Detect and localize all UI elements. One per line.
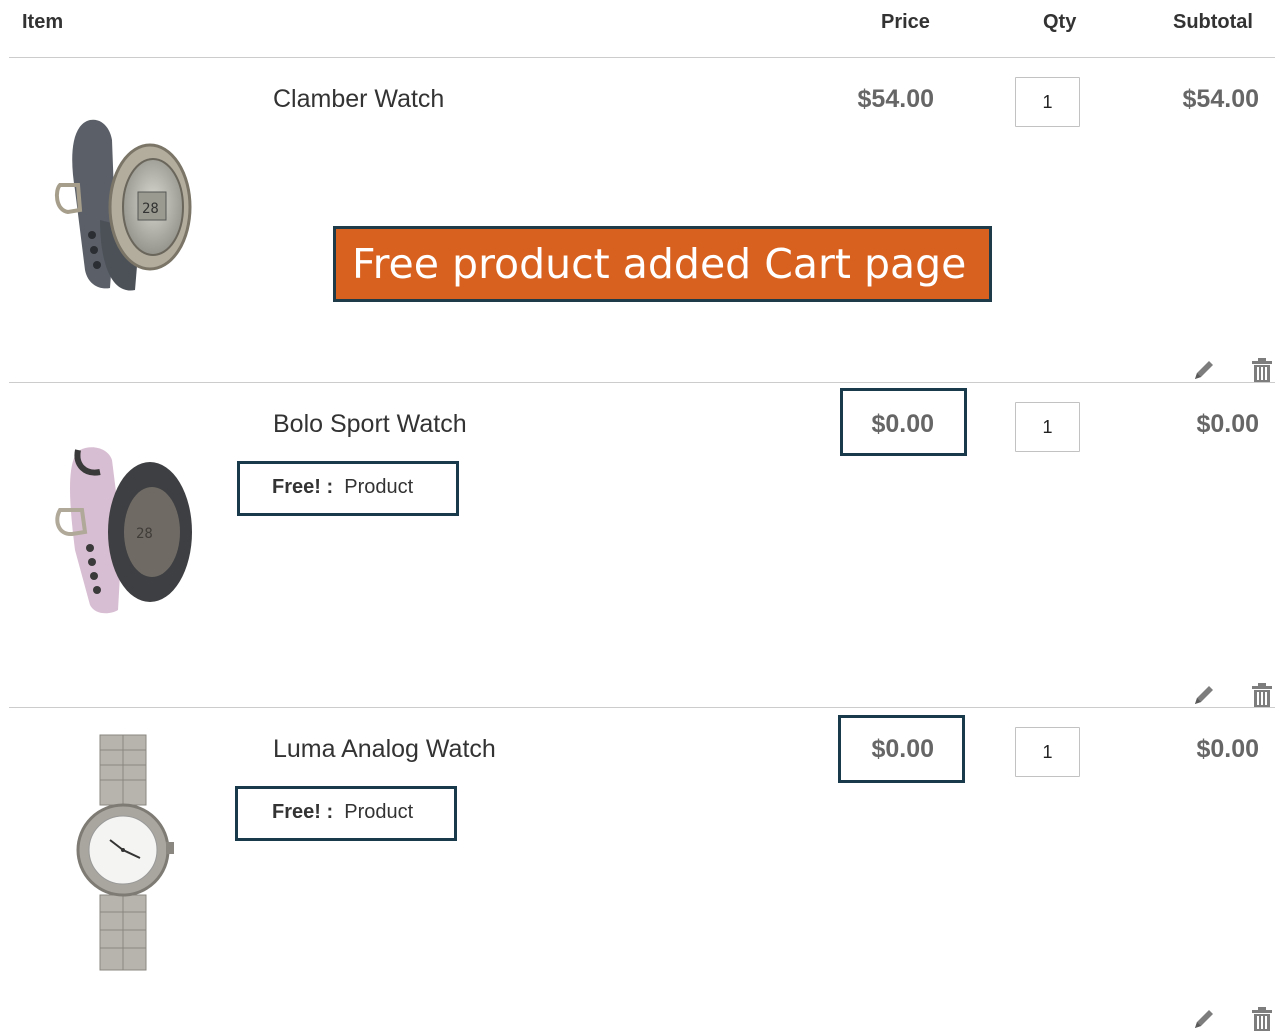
product-name[interactable]: Luma Analog Watch bbox=[273, 734, 496, 764]
product-price: $0.00 bbox=[871, 735, 934, 763]
qty-input[interactable] bbox=[1015, 727, 1080, 777]
row-divider bbox=[9, 382, 1275, 383]
free-option: Free! : Product bbox=[272, 800, 413, 824]
column-header-subtotal: Subtotal bbox=[1173, 11, 1253, 33]
trash-icon[interactable] bbox=[1249, 357, 1275, 383]
qty-input[interactable] bbox=[1015, 77, 1080, 127]
free-option-label: Free! : bbox=[272, 801, 334, 823]
free-option-value: Product bbox=[344, 476, 414, 498]
product-image-clamber-watch[interactable]: 28 bbox=[30, 100, 220, 350]
annotation-banner: Free product added Cart page bbox=[333, 226, 992, 302]
row-subtotal: $0.00 bbox=[1196, 410, 1259, 438]
svg-text:28: 28 bbox=[136, 526, 153, 542]
edit-icon[interactable] bbox=[1191, 1006, 1217, 1032]
row-divider bbox=[9, 707, 1275, 708]
column-header-item: Item bbox=[22, 11, 64, 33]
row-subtotal: $0.00 bbox=[1196, 735, 1259, 763]
trash-icon[interactable] bbox=[1249, 1006, 1275, 1032]
svg-text:28: 28 bbox=[142, 201, 159, 217]
product-name[interactable]: Clamber Watch bbox=[273, 84, 444, 114]
product-price: $0.00 bbox=[871, 410, 934, 438]
product-price: $54.00 bbox=[857, 85, 934, 113]
qty-input[interactable] bbox=[1015, 402, 1080, 452]
free-option: Free! : Product bbox=[272, 475, 413, 499]
header-divider bbox=[9, 57, 1275, 58]
edit-icon[interactable] bbox=[1191, 357, 1217, 383]
column-header-price: Price bbox=[881, 11, 930, 33]
row-subtotal: $54.00 bbox=[1182, 85, 1259, 113]
column-header-qty: Qty bbox=[1043, 11, 1077, 33]
product-name[interactable]: Bolo Sport Watch bbox=[273, 409, 467, 439]
trash-icon[interactable] bbox=[1249, 682, 1275, 708]
free-option-value: Product bbox=[344, 801, 414, 823]
edit-icon[interactable] bbox=[1191, 682, 1217, 708]
product-image-luma-analog-watch[interactable] bbox=[30, 730, 220, 980]
product-image-bolo-sport-watch[interactable]: 28 bbox=[30, 420, 220, 670]
free-option-label: Free! : bbox=[272, 476, 334, 498]
